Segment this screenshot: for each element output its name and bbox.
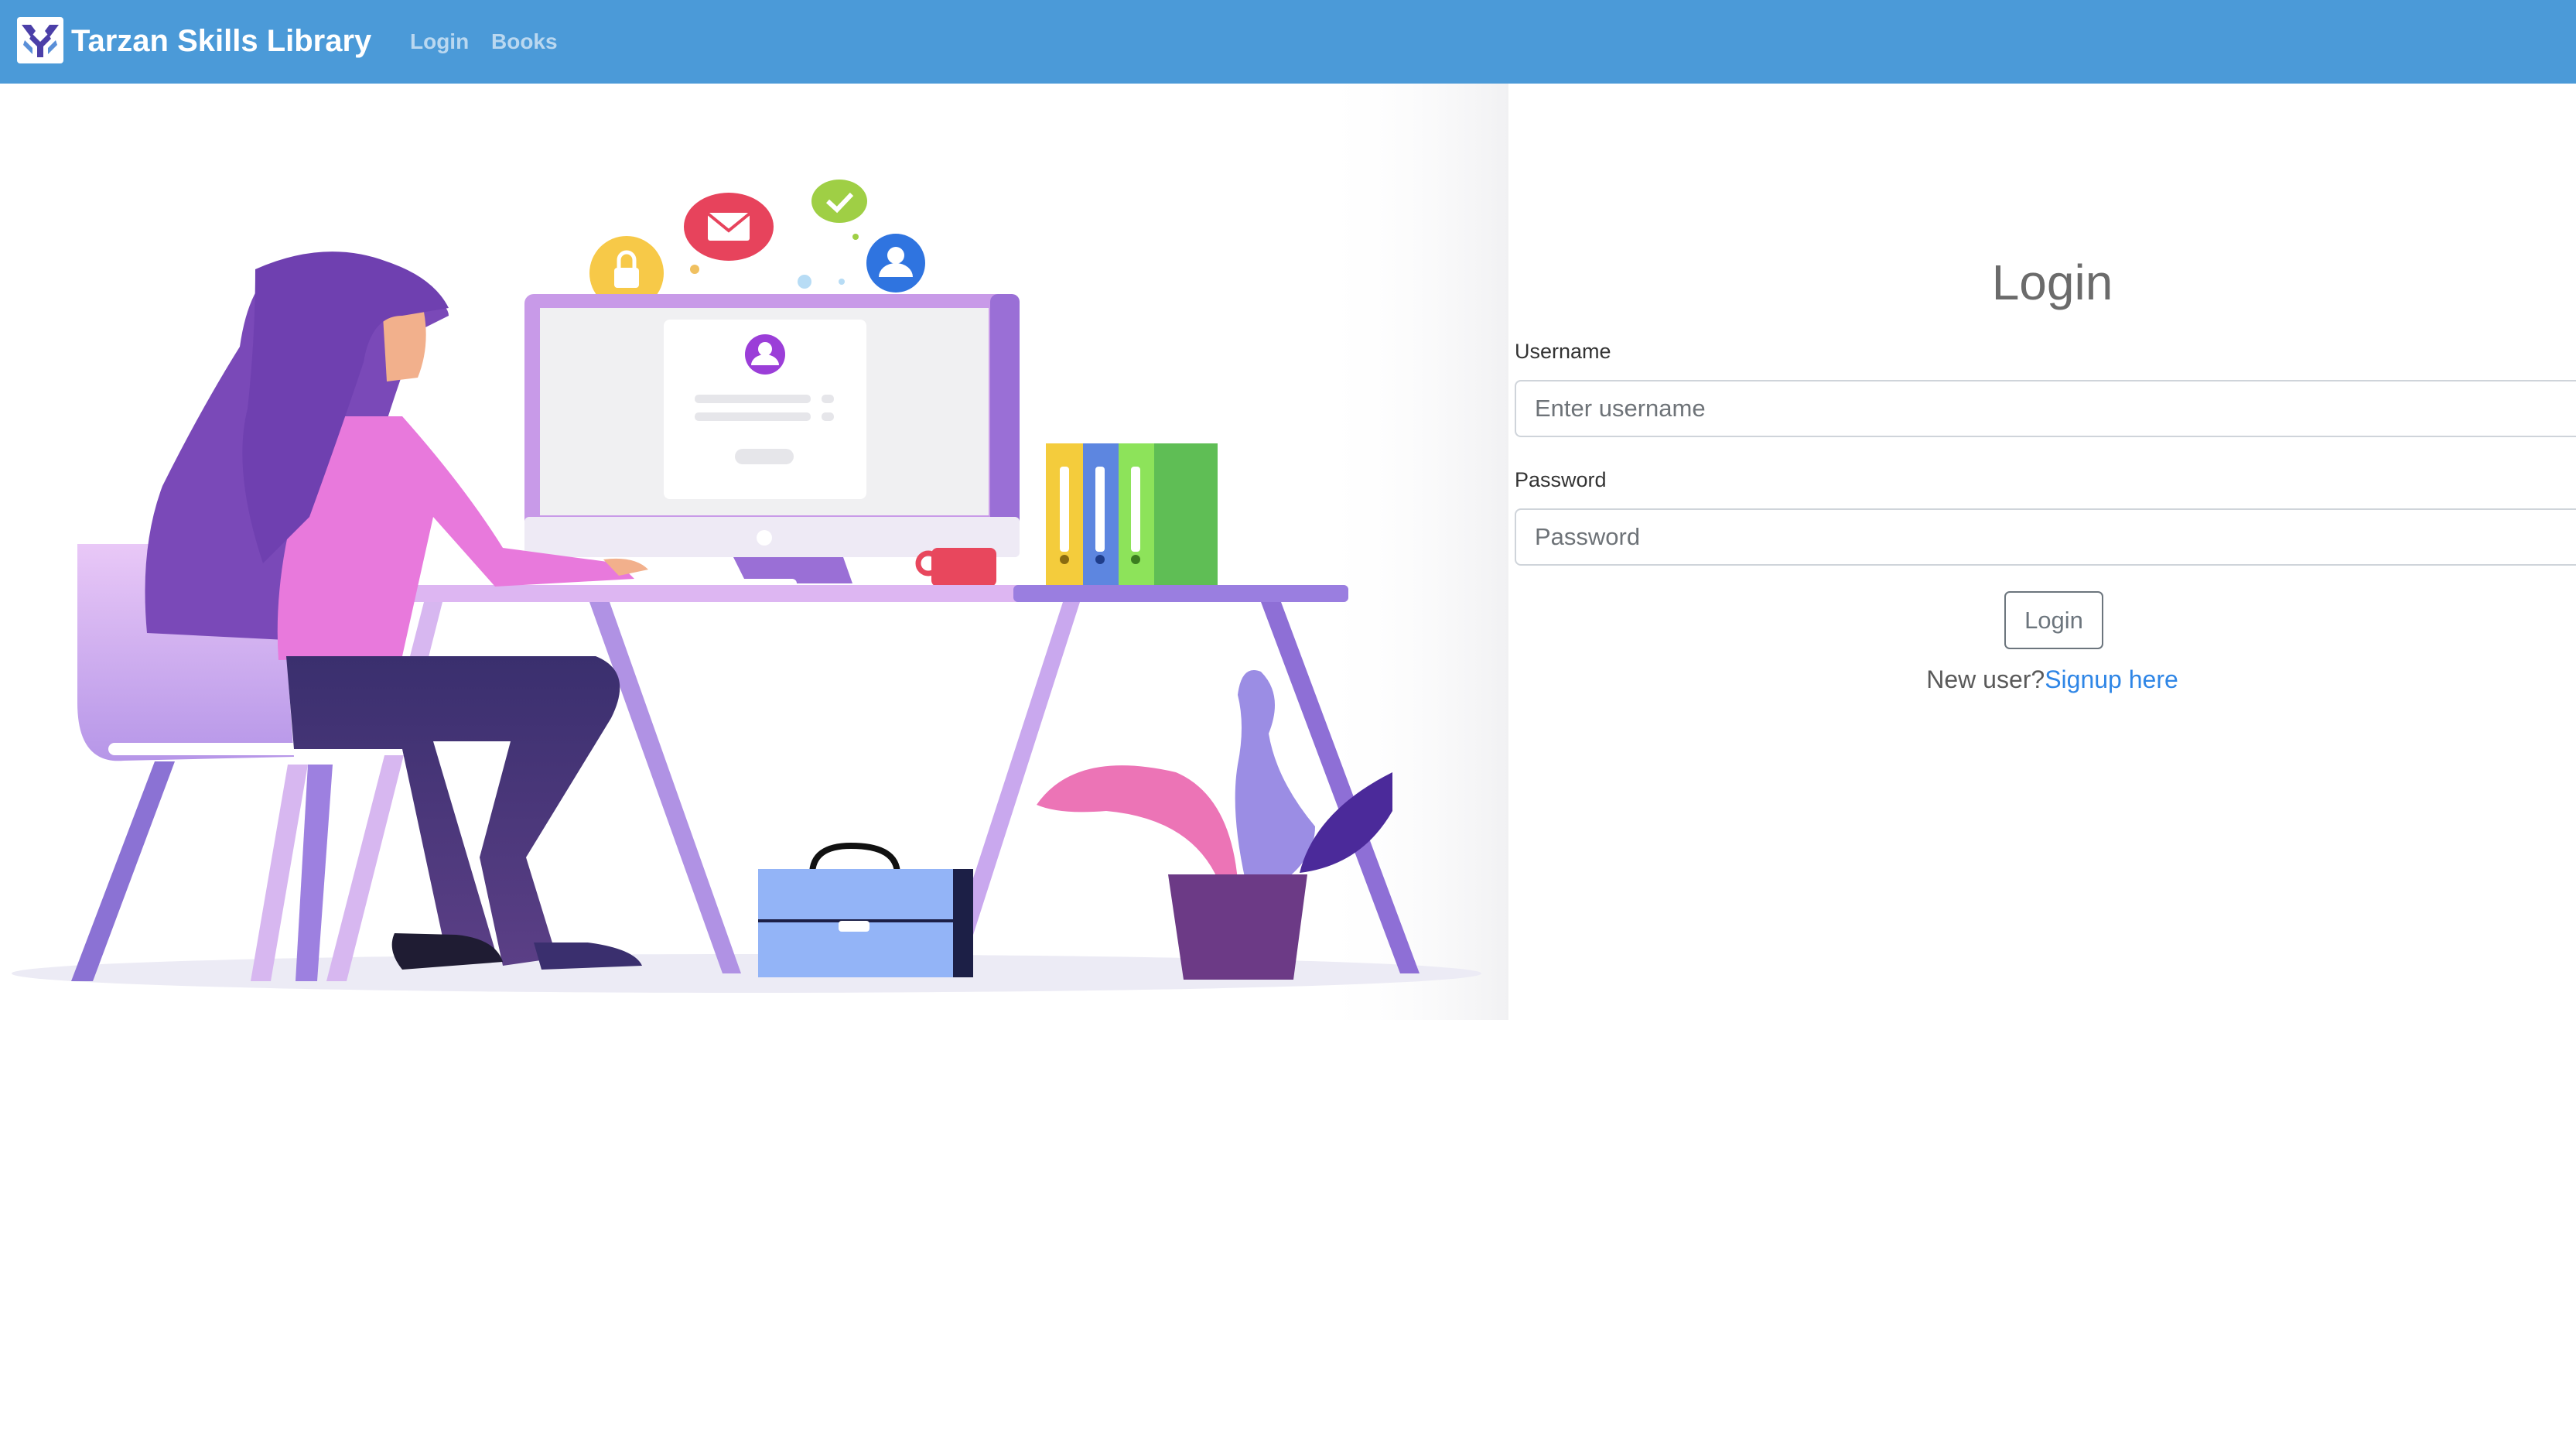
user-bubble-icon xyxy=(866,234,925,292)
username-input[interactable] xyxy=(1515,380,2576,437)
password-label: Password xyxy=(1515,468,1607,491)
nav-link-books[interactable]: Books xyxy=(491,26,558,57)
login-button[interactable]: Login xyxy=(2004,591,2103,649)
nav-link-login[interactable]: Login xyxy=(410,26,469,57)
mail-bubble-icon xyxy=(684,193,774,261)
signup-prompt-text: New user? xyxy=(1926,665,2045,693)
navbar: Tarzan Skills Library Login Books xyxy=(0,0,2576,84)
computer-monitor xyxy=(524,294,1020,590)
library-logo-icon[interactable] xyxy=(17,17,63,63)
binders xyxy=(1046,443,1218,590)
coffee-cup xyxy=(915,548,996,587)
signup-link[interactable]: Signup here xyxy=(2045,665,2178,693)
username-label: Username xyxy=(1515,340,1611,363)
check-bubble-icon xyxy=(811,180,867,223)
workspace-illustration xyxy=(12,84,1508,1020)
briefcase xyxy=(758,842,973,977)
signup-prompt-line: New user?Signup here xyxy=(1515,662,2576,696)
brand-name[interactable]: Tarzan Skills Library xyxy=(71,20,371,62)
password-input[interactable] xyxy=(1515,508,2576,566)
login-title: Login xyxy=(1991,255,2113,310)
